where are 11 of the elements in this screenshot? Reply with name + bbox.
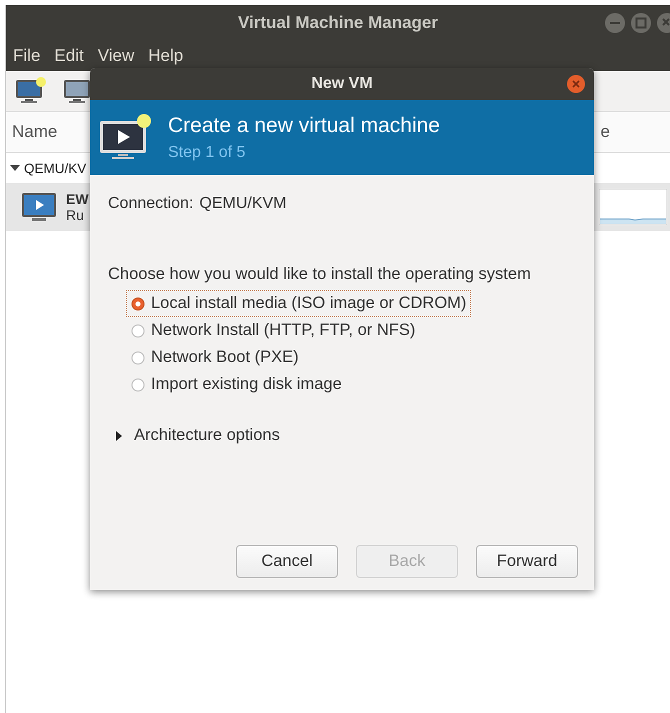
step-label: Step 1 of 5 bbox=[168, 144, 246, 162]
group-label: QEMU/KV bbox=[24, 160, 86, 176]
dialog-heading: Create a new virtual machine bbox=[168, 114, 440, 138]
connection-value: QEMU/KVM bbox=[199, 195, 287, 213]
vm-name: EW bbox=[66, 191, 89, 207]
connection-label: Connection: bbox=[108, 195, 194, 213]
vm-status: Ru bbox=[66, 207, 85, 223]
expander-label: Architecture options bbox=[134, 426, 280, 445]
window-title: Virtual Machine Manager bbox=[238, 13, 438, 33]
dialog-title: New VM bbox=[311, 75, 373, 93]
install-prompt: Choose how you would like to install the operating system bbox=[108, 265, 532, 284]
